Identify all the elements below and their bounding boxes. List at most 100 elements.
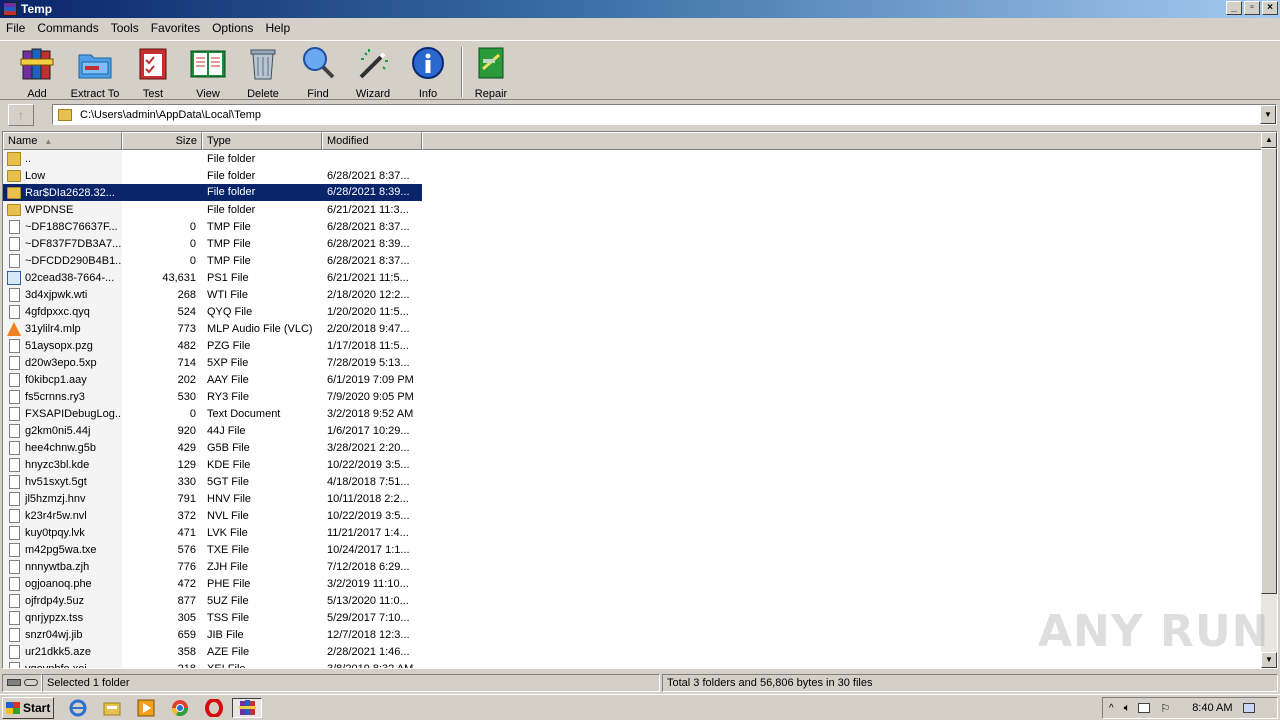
minimize-button[interactable]: _ [1226, 1, 1242, 15]
name-cell: hnyzc3bl.kde [3, 456, 122, 473]
menu-options[interactable]: Options [206, 21, 259, 35]
file-name: nnnywtba.zjh [25, 560, 90, 573]
view-button[interactable]: View [180, 45, 236, 100]
file-row[interactable]: kuy0tpqy.lvk 471 LVK File 11/21/2017 1:4... [3, 524, 1265, 541]
add-button[interactable]: Add [9, 45, 65, 100]
tray-chevron-up-icon[interactable]: ^ [1109, 703, 1114, 714]
file-icon [9, 525, 20, 540]
repair-button[interactable]: Repair [463, 45, 519, 100]
file-icon [9, 423, 20, 438]
file-type: PZG File [207, 339, 251, 352]
file-modified: 6/21/2021 11:3... [327, 203, 409, 216]
file-row[interactable]: ogjoanoq.phe 472 PHE File 3/2/2019 11:10... [3, 575, 1265, 592]
file-modified: 10/24/2017 1:1... [327, 543, 410, 556]
file-row[interactable]: jl5hzmzj.hnv 791 HNV File 10/11/2018 2:2... [3, 490, 1265, 507]
start-button[interactable]: Start [2, 697, 54, 719]
file-row[interactable]: d20w3epo.5xp 714 5XP File 7/28/2019 5:13... [3, 354, 1265, 371]
file-row[interactable]: g2km0ni5.44j 920 44J File 1/6/2017 10:29... [3, 422, 1265, 439]
file-row[interactable]: FXSAPIDebugLog... 0 Text Document 3/2/2018 … [3, 405, 1265, 422]
file-row[interactable]: ~DF837F7DB3A7... 0 TMP File 6/28/2021 8:39.… [3, 235, 1265, 252]
opera-taskbar-button[interactable] [202, 698, 226, 718]
file-row[interactable]: 31ylilr4.mlp 773 MLP Audio File (VLC) 2/20/… [3, 320, 1265, 337]
explorer-taskbar-button[interactable] [100, 698, 124, 718]
view-label: View [196, 88, 220, 100]
file-size: 659 [177, 628, 196, 641]
file-type: TMP File [207, 237, 251, 250]
up-one-level-button[interactable]: ↑ [8, 104, 34, 126]
menu-commands[interactable]: Commands [31, 21, 104, 35]
file-row[interactable]: ~DF188C76637F... 0 TMP File 6/28/2021 8:37.… [3, 218, 1265, 235]
restore-button[interactable]: ▫ [1244, 1, 1260, 15]
name-cell: hv51sxyt.5gt [3, 473, 122, 490]
file-size: 429 [177, 441, 196, 454]
scroll-thumb[interactable] [1261, 148, 1277, 594]
file-icon [9, 406, 20, 421]
extract-to-button[interactable]: Extract To [67, 45, 123, 100]
find-button[interactable]: Find [290, 45, 346, 100]
file-row[interactable]: .. File folder [3, 150, 1265, 167]
file-name: ~DF837F7DB3A7... [25, 237, 122, 250]
ie-taskbar-button[interactable] [66, 698, 90, 718]
column-header-name[interactable]: Name ▲ [3, 132, 122, 150]
open-book-icon [190, 45, 226, 81]
menu-file[interactable]: File [0, 21, 31, 35]
file-row[interactable]: nnnywtba.zjh 776 ZJH File 7/12/2018 6:29... [3, 558, 1265, 575]
file-type: AAY File [207, 373, 249, 386]
test-button[interactable]: Test [125, 45, 181, 100]
file-row[interactable]: Low File folder 6/28/2021 8:37... [3, 167, 1265, 184]
file-row[interactable]: 02cead38-7664-... 43,631 PS1 File 6/21/2021… [3, 269, 1265, 286]
network-icon[interactable] [1138, 703, 1151, 713]
file-row[interactable]: k23r4r5w.nvl 372 NVL File 10/22/2019 3:5... [3, 507, 1265, 524]
path-dropdown-button[interactable]: ▼ [1260, 105, 1276, 124]
column-header-type[interactable]: Type [202, 132, 322, 150]
chrome-taskbar-button[interactable] [168, 698, 192, 718]
file-row[interactable]: 51aysopx.pzg 482 PZG File 1/17/2018 11:5... [3, 337, 1265, 354]
column-name-label: Name [8, 135, 38, 147]
info-button[interactable]: Info [400, 45, 456, 100]
file-row[interactable]: ~DFCDD290B4B1... 0 TMP File 6/28/2021 8:37.… [3, 252, 1265, 269]
file-modified: 7/12/2018 6:29... [327, 560, 410, 573]
file-row[interactable]: fs5crnns.ry3 530 RY3 File 7/9/2020 9:05 PM [3, 388, 1265, 405]
scroll-up-button[interactable]: ▲ [1261, 132, 1277, 148]
media-player-taskbar-button[interactable] [134, 698, 158, 718]
file-row[interactable]: WPDNSE File folder 6/21/2021 11:3... [3, 201, 1265, 218]
file-row[interactable]: f0kibcp1.aay 202 AAY File 6/1/2019 7:09 PM [3, 371, 1265, 388]
show-desktop-icon[interactable] [1242, 703, 1255, 713]
file-icon [9, 457, 20, 472]
delete-button[interactable]: Delete [235, 45, 291, 100]
file-row[interactable]: m42pg5wa.txe 576 TXE File 10/24/2017 1:1... [3, 541, 1265, 558]
file-type: G5B File [207, 441, 250, 454]
file-modified: 6/21/2021 11:5... [327, 271, 409, 284]
file-type: LVK File [207, 526, 248, 539]
file-row[interactable]: hee4chnw.g5b 429 G5B File 3/28/2021 2:20... [3, 439, 1265, 456]
menu-tools[interactable]: Tools [105, 21, 145, 35]
file-type: TMP File [207, 254, 251, 267]
column-header-size[interactable]: Size [122, 132, 202, 150]
info-icon [410, 45, 446, 81]
menu-help[interactable]: Help [259, 21, 296, 35]
path-combobox[interactable]: C:\Users\admin\AppData\Local\Temp ▼ [52, 104, 1277, 125]
file-row[interactable]: Rar$DIa2628.32... File folder 6/28/2021 8:… [3, 184, 1265, 201]
file-modified: 10/22/2019 3:5... [327, 509, 410, 522]
close-button[interactable]: × [1262, 1, 1278, 15]
file-row[interactable]: 3d4xjpwk.wti 268 WTI File 2/18/2020 12:2... [3, 286, 1265, 303]
action-center-flag-icon[interactable]: ⚐ [1160, 702, 1170, 715]
file-row[interactable]: hnyzc3bl.kde 129 KDE File 10/22/2019 3:5... [3, 456, 1265, 473]
file-icon [9, 253, 20, 268]
wizard-button[interactable]: Wizard [345, 45, 401, 100]
file-row[interactable]: hv51sxyt.5gt 330 5GT File 4/18/2018 7:51... [3, 473, 1265, 490]
menu-favorites[interactable]: Favorites [145, 21, 206, 35]
vertical-scrollbar[interactable]: ▲ ▼ [1261, 132, 1277, 668]
path-text: C:\Users\admin\AppData\Local\Temp [80, 108, 261, 121]
file-row[interactable]: 4gfdpxxc.qyq 524 QYQ File 1/20/2020 11:5... [3, 303, 1265, 320]
speaker-icon[interactable]: 🔈︎ [1124, 702, 1131, 715]
file-size: 0 [189, 220, 196, 233]
file-name: Rar$DIa2628.32... [25, 186, 115, 199]
winrar-taskbar-button[interactable] [232, 698, 262, 718]
clock[interactable]: 8:40 AM [1192, 702, 1232, 714]
column-header-modified[interactable]: Modified [322, 132, 422, 150]
file-name: FXSAPIDebugLog... [25, 407, 122, 420]
name-cell: 02cead38-7664-... [3, 269, 122, 286]
file-icon [9, 372, 20, 387]
file-row[interactable]: vgevpbfe.xei 218 XEI File 3/8/2019 8:32 AM [3, 660, 1265, 668]
